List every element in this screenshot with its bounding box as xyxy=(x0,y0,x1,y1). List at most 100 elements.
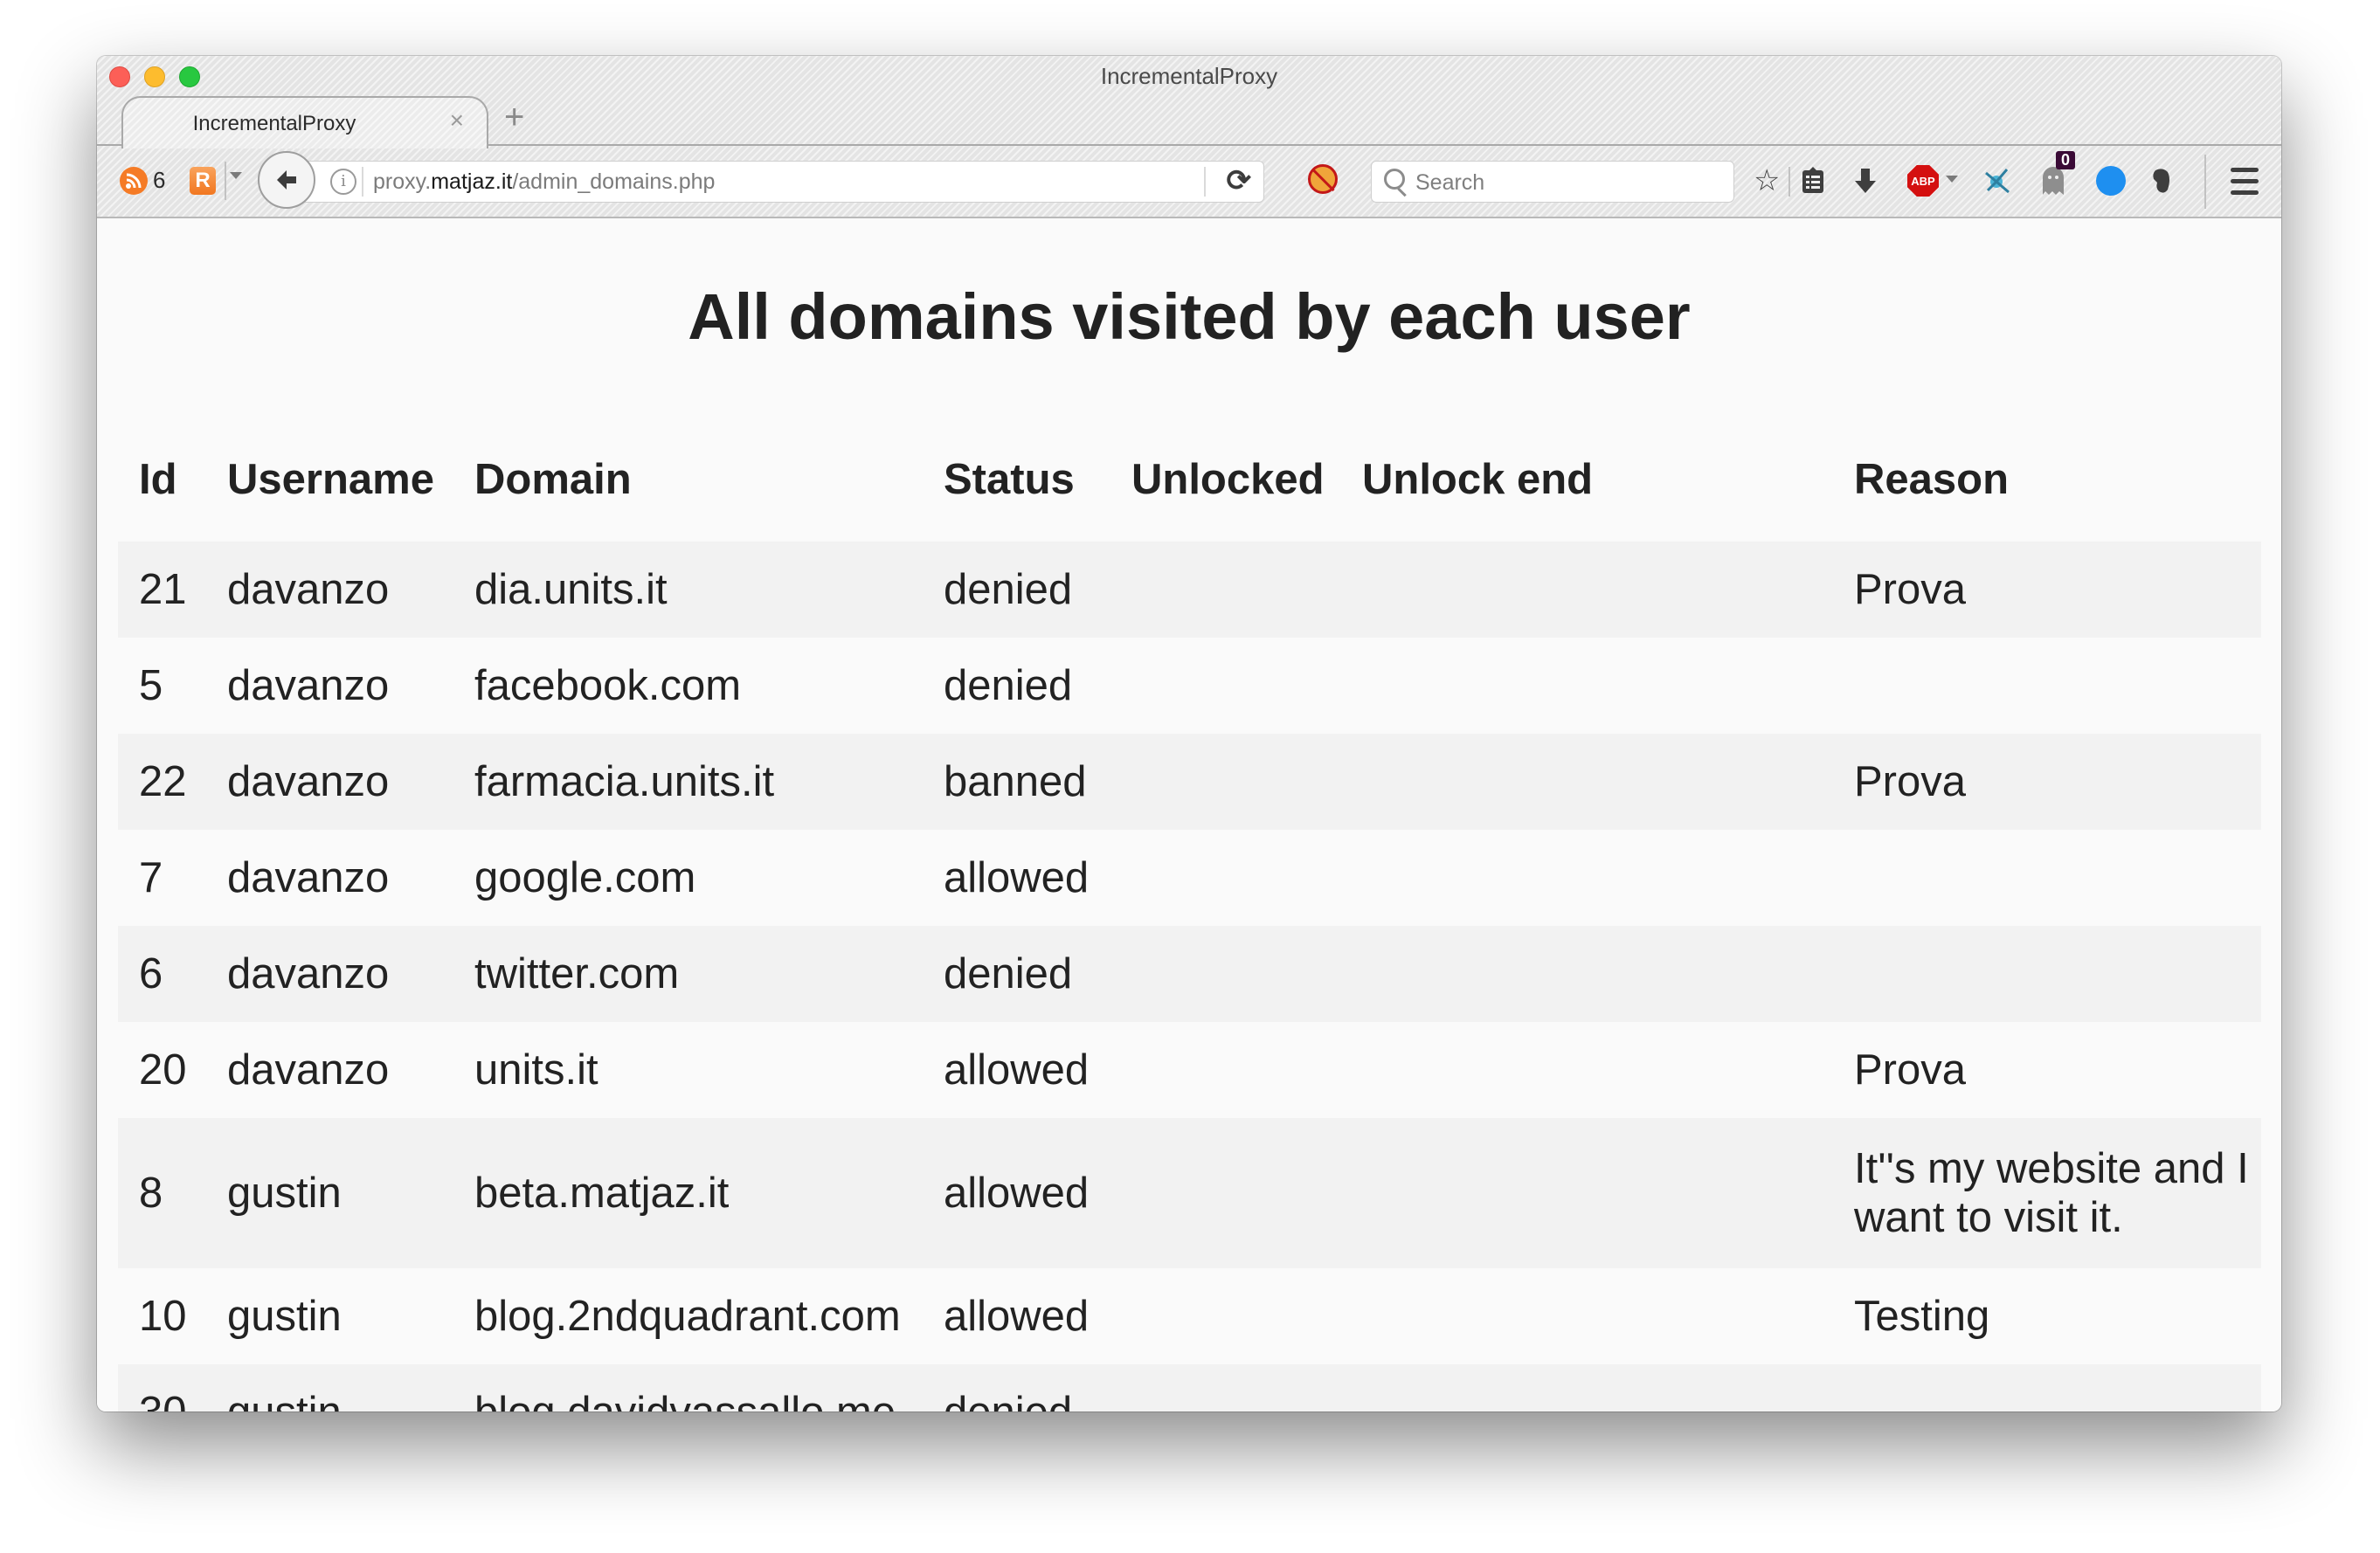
column-header-reason[interactable]: Reason xyxy=(1833,418,2261,542)
evernote-icon[interactable] xyxy=(2150,162,2173,200)
column-header-domain[interactable]: Domain xyxy=(453,418,923,542)
cell-unlocked xyxy=(1110,542,1341,638)
search-placeholder: Search xyxy=(1415,170,1485,195)
cell-reason xyxy=(1833,926,2261,1022)
cell-reason xyxy=(1833,1364,2261,1412)
abp-label: ABP xyxy=(1907,165,1939,197)
cell-unlocked xyxy=(1110,1364,1341,1412)
cell-status: denied xyxy=(923,1364,1110,1412)
hamburger-menu-icon[interactable] xyxy=(2231,162,2259,200)
table-row: 21 davanzo dia.units.it denied Prova xyxy=(118,542,2261,638)
cell-unlock-end xyxy=(1341,926,1833,1022)
search-input[interactable]: Search xyxy=(1371,161,1734,203)
cell-unlock-end xyxy=(1341,542,1833,638)
cell-status: allowed xyxy=(944,1046,1090,1094)
cell-status: denied xyxy=(944,661,1073,709)
domains-table: Id Username Domain Status Unlocked Unloc… xyxy=(118,418,2261,1412)
table-row: 30gustinblog.davidvassallo.medenied xyxy=(118,1364,2261,1412)
column-header-unlock-end[interactable]: Unlock end xyxy=(1341,418,1833,542)
url-text[interactable]: proxy.matjaz.it/admin_domains.php xyxy=(373,169,715,195)
cell-unlock-end xyxy=(1341,734,1833,830)
cell-id: 21 xyxy=(139,565,187,613)
site-info-icon[interactable]: i xyxy=(330,169,356,195)
address-bar[interactable]: i proxy.matjaz.it/admin_domains.php ⟳ xyxy=(279,161,1264,203)
cell-username: davanzo xyxy=(227,949,390,997)
cell-reason: Prova xyxy=(1854,565,1967,613)
url-separator-right xyxy=(1204,167,1206,197)
column-header-unlocked[interactable]: Unlocked xyxy=(1110,418,1341,542)
bookmark-star-icon[interactable]: ☆ xyxy=(1754,162,1780,200)
cell-id: 6 xyxy=(139,949,163,997)
column-header-id[interactable]: Id xyxy=(118,418,206,542)
cell-id: 30 xyxy=(118,1364,206,1412)
cell-id: 10 xyxy=(139,1292,187,1340)
cell-domain: units.it xyxy=(474,1046,598,1094)
table-row: 7 davanzo google.com allowed xyxy=(118,830,2261,926)
cell-unlocked xyxy=(1110,1118,1341,1268)
table-row: 5 davanzo facebook.com denied xyxy=(118,638,2261,734)
cell-domain: blog.davidvassallo.me xyxy=(453,1364,923,1412)
cell-status: allowed xyxy=(944,1169,1090,1217)
toolbar-separator xyxy=(225,162,226,200)
network-extension-icon[interactable] xyxy=(1982,162,2012,200)
cell-unlocked xyxy=(1110,830,1341,926)
cell-status: allowed xyxy=(944,1292,1090,1340)
browser-chrome: IncrementalProxy IncrementalProxy × + 6 … xyxy=(97,56,2281,218)
cell-domain: dia.units.it xyxy=(474,565,668,613)
reading-list-icon[interactable] xyxy=(1801,162,1825,200)
reader-extension-icon[interactable]: R xyxy=(190,167,216,195)
cell-domain: twitter.com xyxy=(474,949,680,997)
cell-status: denied xyxy=(944,565,1073,613)
cell-username: davanzo xyxy=(227,757,390,805)
cell-status: banned xyxy=(944,757,1087,805)
tab-title: IncrementalProxy xyxy=(192,112,356,135)
tab-incrementalproxy[interactable]: IncrementalProxy × xyxy=(121,96,488,148)
cell-id: 7 xyxy=(139,853,163,901)
cell-domain: beta.matjaz.it xyxy=(474,1169,730,1217)
noscript-blocked-icon[interactable] xyxy=(1308,164,1338,194)
cell-reason: Testing xyxy=(1854,1292,1990,1340)
cell-unlock-end xyxy=(1341,1022,1833,1118)
abp-dropdown-arrow-icon[interactable] xyxy=(1946,176,1958,183)
column-header-username[interactable]: Username xyxy=(206,418,453,542)
cell-reason xyxy=(1833,638,2261,734)
cell-unlock-end xyxy=(1341,1118,1833,1268)
navigation-toolbar: 6 R i proxy.matjaz.it/admin_domains.php … xyxy=(97,146,2281,217)
cell-unlocked xyxy=(1110,638,1341,734)
window-title: IncrementalProxy xyxy=(1100,63,1278,89)
table-row: 8 gustin beta.matjaz.it allowed It''s my web… xyxy=(118,1118,2261,1268)
url-separator xyxy=(362,167,363,197)
cell-username: gustin xyxy=(206,1364,453,1412)
back-button[interactable] xyxy=(258,151,315,209)
url-prefix: proxy. xyxy=(373,169,432,194)
reload-icon[interactable]: ⟳ xyxy=(1227,163,1252,198)
cell-id: 22 xyxy=(139,757,187,805)
cell-username: davanzo xyxy=(227,565,390,613)
cell-username: davanzo xyxy=(227,1046,390,1094)
table-row: 6 davanzo twitter.com denied xyxy=(118,926,2261,1022)
ghostery-badge: 0 xyxy=(2056,151,2076,169)
new-tab-button[interactable]: + xyxy=(504,100,524,135)
cell-unlock-end xyxy=(1341,1268,1833,1364)
column-header-status[interactable]: Status xyxy=(923,418,1110,542)
cell-id: 20 xyxy=(139,1046,187,1094)
cell-unlocked xyxy=(1110,1268,1341,1364)
cell-unlock-end xyxy=(1341,1364,1833,1412)
cell-unlocked xyxy=(1110,926,1341,1022)
url-host: matjaz.it xyxy=(431,169,513,194)
dropdown-arrow-icon[interactable] xyxy=(230,172,242,179)
cell-unlocked xyxy=(1110,1022,1341,1118)
cell-domain: blog.2ndquadrant.com xyxy=(474,1292,901,1340)
cell-id: 8 xyxy=(139,1169,163,1217)
table-row: 22 davanzo farmacia.units.it banned Prova xyxy=(118,734,2261,830)
adblock-plus-icon[interactable]: ABP xyxy=(1907,162,1939,200)
cell-reason: It''s my website and I want to visit it. xyxy=(1854,1144,2249,1241)
table-header-row: Id Username Domain Status Unlocked Unloc… xyxy=(118,418,2261,542)
rss-icon[interactable] xyxy=(120,167,148,195)
tab-close-icon[interactable]: × xyxy=(450,108,464,133)
cell-reason xyxy=(1833,830,2261,926)
cell-domain: facebook.com xyxy=(474,661,742,709)
download-icon[interactable] xyxy=(1853,162,1878,200)
blue-cloud-extension-icon[interactable] xyxy=(2096,162,2126,200)
cell-domain: farmacia.units.it xyxy=(474,757,775,805)
